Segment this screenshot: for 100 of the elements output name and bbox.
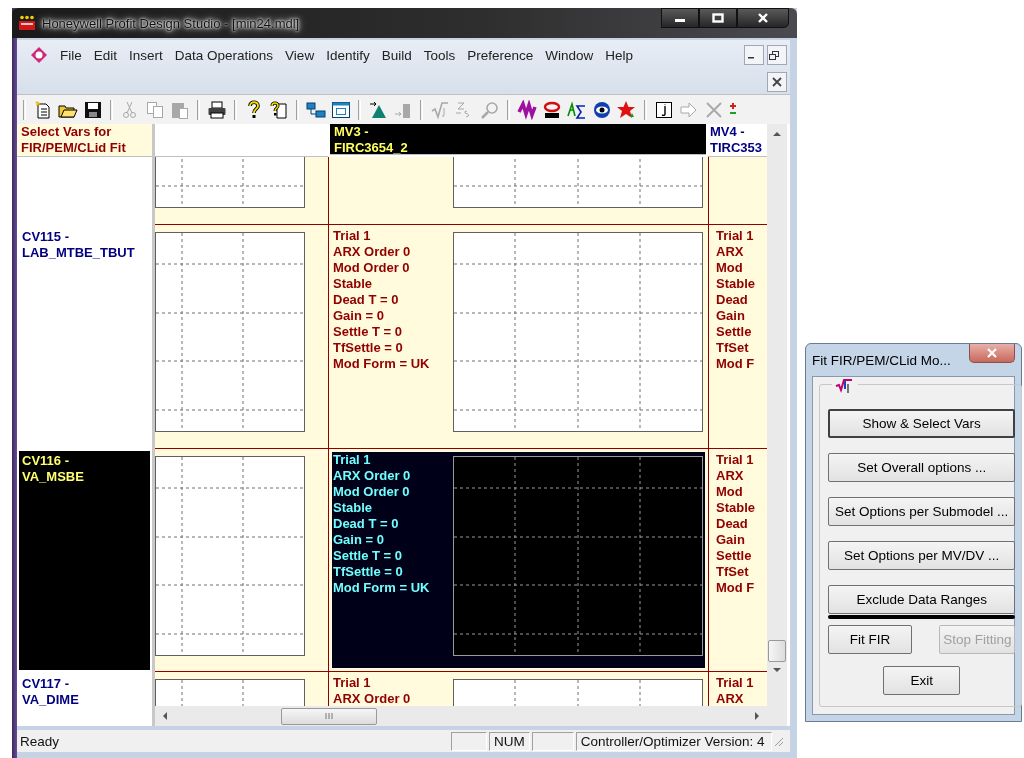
eye-icon[interactable] bbox=[592, 99, 612, 120]
column-header[interactable]: MV3 - FIRC3654_2 bbox=[330, 124, 706, 155]
grid-cell[interactable] bbox=[155, 224, 328, 450]
dialog-button[interactable]: Set Options per MV/DV ... bbox=[828, 541, 1016, 570]
grid-cell[interactable]: Trial 1 ARX Mod Stable Dead Gain Settle TfSet Mod F bbox=[708, 449, 767, 673]
fit-stat-text: Gain bbox=[716, 307, 746, 324]
fit-stat-text: Dead bbox=[716, 291, 749, 308]
fit-stat-text: ARX Order 0 bbox=[333, 243, 412, 260]
menu-item[interactable]: Edit bbox=[87, 47, 124, 63]
grid-cell[interactable] bbox=[155, 156, 328, 225]
app-menu-icon[interactable] bbox=[30, 46, 48, 64]
fit-stat-text: ARX bbox=[716, 468, 745, 485]
dialog-button[interactable]: Fit FIR bbox=[828, 625, 912, 654]
grid-cell[interactable]: Trial 1 ARX Order 0 bbox=[328, 672, 708, 706]
header-text: TIRC353 bbox=[710, 140, 764, 156]
dialog-title: Fit FIR/PEM/CLid Mo... bbox=[812, 352, 951, 368]
fit-stat-text: Dead bbox=[716, 516, 749, 533]
dialog-button[interactable]: Show & Select Vars bbox=[828, 409, 1016, 438]
scroll-thumb[interactable] bbox=[281, 707, 377, 725]
dialog-button[interactable]: Exit bbox=[883, 666, 961, 695]
fit-stat-text: TfSettle = 0 bbox=[333, 564, 404, 581]
window-icon[interactable] bbox=[331, 99, 351, 120]
fit-stat-text: TfSet bbox=[716, 339, 750, 356]
scroll-down-icon[interactable] bbox=[773, 666, 781, 674]
fit-stat-text: Gain bbox=[716, 532, 746, 549]
fit-stat-text: Trial 1 bbox=[716, 452, 755, 469]
grid-cell[interactable] bbox=[155, 449, 328, 673]
status-version: Controller/Optimizer Version: 4 bbox=[575, 731, 772, 751]
column-header[interactable]: MV4 - TIRC353 bbox=[708, 124, 767, 157]
row-header-text: CV116 - bbox=[22, 453, 70, 470]
grid-cell[interactable]: Trial 1 ARX bbox=[708, 672, 767, 706]
dialog-button[interactable]: Set Options per Submodel ... bbox=[828, 497, 1016, 526]
horizontal-scrollbar[interactable] bbox=[155, 706, 767, 726]
close-button[interactable] bbox=[767, 72, 787, 92]
menu-item[interactable]: Window bbox=[539, 47, 600, 63]
scroll-thumb[interactable] bbox=[768, 640, 786, 662]
grid-cell[interactable]: Trial 1 ARX Mod Stable Dead Gain Settle TfSet Mod F bbox=[708, 224, 767, 450]
menu-item[interactable]: Help bbox=[599, 47, 640, 63]
menu-item[interactable]: Identify bbox=[320, 47, 376, 63]
floppy-icon[interactable] bbox=[83, 99, 103, 120]
fit-stat-text: ARX bbox=[716, 691, 745, 706]
fit-stat-text: Trial 1 bbox=[333, 452, 372, 469]
grid-cell[interactable]: Trial 1 ARX Order 0 Mod Order 0 Stable Dead T = 0 Gain = 0 Settle T = 0 TfSettle = 0 Mod Form = UK bbox=[328, 224, 708, 450]
fit-stat-text: Settle T = 0 bbox=[333, 323, 403, 340]
menu-item[interactable]: Build bbox=[375, 47, 418, 63]
document-help-icon[interactable] bbox=[269, 99, 289, 120]
menu-item[interactable]: Insert bbox=[123, 47, 169, 63]
windows-icon[interactable] bbox=[306, 99, 326, 120]
triangle-icon[interactable] bbox=[368, 99, 388, 120]
fit-stat-text: Mod F bbox=[716, 580, 756, 597]
row-header-text: VA_DIME bbox=[22, 692, 80, 706]
close-button[interactable] bbox=[737, 8, 789, 28]
row-header-text: VA_MSBE bbox=[22, 469, 85, 486]
new-file-icon[interactable] bbox=[33, 99, 53, 120]
app-icon bbox=[18, 15, 36, 31]
window-title: Honeywell Profit Design Studio - [min24.mdl] bbox=[42, 15, 300, 31]
grid-cell[interactable] bbox=[328, 156, 708, 225]
fit-stat-text: Mod bbox=[716, 484, 744, 501]
maximize-button[interactable] bbox=[699, 8, 737, 28]
grid-cell[interactable]: Trial 1 ARX Order 0 Mod Order 0 Stable Dead T = 0 Gain = 0 Settle T = 0 TfSettle = 0 Mod Form = UK bbox=[328, 449, 708, 673]
minimize-button[interactable] bbox=[661, 8, 699, 28]
menu-item[interactable]: Tools bbox=[417, 47, 462, 63]
scroll-left-icon[interactable] bbox=[161, 712, 169, 720]
restore-icon bbox=[769, 50, 779, 60]
dialog-button[interactable]: Exclude Data Ranges bbox=[828, 585, 1016, 614]
status-panel bbox=[451, 731, 487, 751]
ring-icon[interactable] bbox=[542, 99, 562, 120]
header-text: Select Vars for bbox=[21, 124, 113, 140]
dialog-button[interactable]: Set Overall options ... bbox=[828, 453, 1016, 482]
menu-item[interactable]: View bbox=[279, 47, 321, 63]
fit-stat-text: Settle T = 0 bbox=[333, 548, 403, 565]
fit-stat-text: Gain = 0 bbox=[333, 532, 385, 549]
fit-stat-text: ARX Order 0 bbox=[333, 691, 412, 706]
row-header[interactable]: CV116 - VA_MSBE bbox=[19, 451, 150, 671]
scroll-right-icon[interactable] bbox=[753, 712, 761, 720]
menu-item[interactable]: Preference bbox=[461, 47, 540, 63]
vertical-scrollbar[interactable] bbox=[767, 124, 787, 726]
printer-icon[interactable] bbox=[207, 99, 227, 120]
star-icon[interactable] bbox=[617, 99, 637, 120]
coil-icon[interactable] bbox=[517, 99, 537, 120]
row-header-text: CV117 - bbox=[22, 676, 70, 693]
fit-stat-text: Trial 1 bbox=[716, 675, 755, 692]
box-icon[interactable] bbox=[654, 99, 674, 120]
row-header-text: CV115 - bbox=[22, 228, 70, 245]
scroll-up-icon[interactable] bbox=[773, 130, 781, 138]
fit-stat-text: Stable bbox=[716, 275, 756, 292]
fit-stat-text: Stable bbox=[333, 275, 373, 292]
fit-stat-text: Stable bbox=[333, 500, 373, 517]
menu-item[interactable]: File bbox=[54, 47, 88, 63]
grid-cell[interactable] bbox=[155, 672, 328, 706]
grid-cell[interactable] bbox=[708, 156, 767, 225]
status-indicator: NUM bbox=[489, 731, 530, 751]
close-icon bbox=[986, 348, 998, 358]
fit-stat-text: Dead T = 0 bbox=[333, 291, 400, 308]
fit-stat-text: Mod F bbox=[716, 355, 756, 372]
fit-stat-text: Trial 1 bbox=[333, 675, 372, 692]
fit-stat-text: TfSettle = 0 bbox=[333, 339, 404, 356]
fit-stat-text: Trial 1 bbox=[333, 227, 372, 244]
restore-button[interactable] bbox=[767, 45, 787, 65]
menu-item[interactable]: Data Operations bbox=[168, 47, 280, 63]
